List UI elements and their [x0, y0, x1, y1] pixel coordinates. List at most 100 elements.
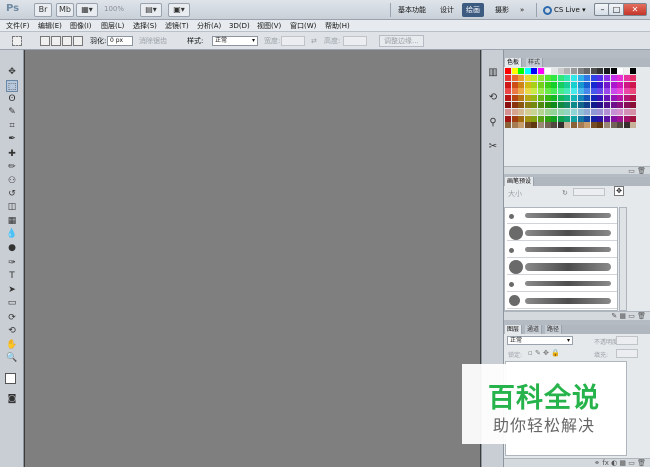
- color-swatch[interactable]: [518, 88, 525, 95]
- color-swatch[interactable]: [518, 122, 525, 129]
- color-swatch[interactable]: [531, 81, 538, 88]
- color-swatch[interactable]: [590, 68, 597, 74]
- color-swatch[interactable]: [584, 108, 591, 115]
- color-swatch[interactable]: [577, 68, 584, 74]
- color-swatch[interactable]: [623, 102, 630, 108]
- color-swatch[interactable]: [564, 81, 571, 88]
- color-swatch[interactable]: [505, 81, 511, 88]
- color-swatch[interactable]: [590, 95, 597, 102]
- color-swatch[interactable]: [597, 115, 604, 122]
- workspace-design[interactable]: 设计: [436, 3, 458, 17]
- color-swatch[interactable]: [551, 88, 558, 95]
- tool-presets-icon[interactable]: ✂: [486, 140, 500, 154]
- color-swatch[interactable]: [524, 74, 531, 81]
- color-swatch[interactable]: [617, 115, 624, 122]
- type-tool[interactable]: T: [6, 270, 18, 282]
- color-swatch[interactable]: [617, 102, 624, 108]
- 3d-orbit-tool[interactable]: ⟲: [6, 325, 18, 337]
- color-swatch[interactable]: [571, 122, 577, 129]
- color-swatch[interactable]: [564, 74, 571, 81]
- color-swatch[interactable]: [584, 74, 591, 81]
- add-selection-icon[interactable]: [51, 36, 61, 46]
- color-swatch[interactable]: [630, 115, 637, 122]
- color-swatch[interactable]: [518, 74, 525, 81]
- color-swatch[interactable]: [544, 88, 551, 95]
- workspace-photography[interactable]: 摄影: [491, 3, 513, 17]
- color-swatch[interactable]: [557, 108, 564, 115]
- screen-mode-button[interactable]: ▣▾: [168, 3, 190, 17]
- color-swatch[interactable]: [524, 108, 531, 115]
- color-swatch[interactable]: [511, 68, 518, 74]
- color-swatch[interactable]: [604, 74, 610, 81]
- color-swatch[interactable]: [538, 108, 544, 115]
- color-swatch[interactable]: [604, 95, 610, 102]
- color-swatch[interactable]: [610, 68, 617, 74]
- color-swatch[interactable]: [524, 95, 531, 102]
- color-swatch[interactable]: [590, 108, 597, 115]
- color-swatch[interactable]: [590, 102, 597, 108]
- panel-group-header[interactable]: [504, 50, 650, 58]
- color-swatch[interactable]: [538, 68, 544, 74]
- color-swatch[interactable]: [623, 122, 630, 129]
- color-swatch[interactable]: [505, 122, 511, 129]
- color-swatch[interactable]: [577, 102, 584, 108]
- color-swatch[interactable]: [577, 81, 584, 88]
- tab-swatches[interactable]: 色板: [505, 58, 523, 67]
- style-select[interactable]: 正常 ▾: [212, 36, 258, 46]
- color-swatch[interactable]: [604, 68, 610, 74]
- color-swatch[interactable]: [571, 115, 577, 122]
- list-item[interactable]: [507, 293, 617, 309]
- history-brush-tool[interactable]: ↺: [6, 188, 18, 200]
- tab-styles[interactable]: 样式: [526, 58, 544, 67]
- color-swatch[interactable]: [524, 115, 531, 122]
- color-swatch[interactable]: [617, 122, 624, 129]
- color-swatch[interactable]: [531, 122, 538, 129]
- color-swatch[interactable]: [577, 115, 584, 122]
- color-swatch[interactable]: [630, 88, 637, 95]
- color-swatch[interactable]: [511, 115, 518, 122]
- dodge-tool[interactable]: ●: [6, 242, 18, 254]
- color-swatch[interactable]: [590, 74, 597, 81]
- menu-analysis[interactable]: 分析(A): [197, 20, 221, 32]
- menu-help[interactable]: 帮助(H): [325, 20, 350, 32]
- color-swatch[interactable]: [505, 95, 511, 102]
- color-swatch[interactable]: [564, 115, 571, 122]
- color-swatch[interactable]: [610, 108, 617, 115]
- list-item[interactable]: [507, 259, 617, 275]
- color-swatch[interactable]: [617, 74, 624, 81]
- color-swatch[interactable]: [617, 95, 624, 102]
- color-swatch[interactable]: [584, 102, 591, 108]
- color-swatch[interactable]: [557, 95, 564, 102]
- color-swatch[interactable]: [524, 122, 531, 129]
- color-swatch[interactable]: [597, 102, 604, 108]
- color-swatch[interactable]: [531, 74, 538, 81]
- color-swatch[interactable]: [590, 88, 597, 95]
- 3d-rotate-tool[interactable]: ⟳: [6, 312, 18, 324]
- tab-paths[interactable]: 路径: [545, 325, 563, 334]
- color-swatch[interactable]: [511, 102, 518, 108]
- color-swatch[interactable]: [617, 68, 624, 74]
- list-item[interactable]: [507, 242, 617, 258]
- bridge-button[interactable]: Br: [34, 3, 52, 17]
- history-icon[interactable]: ⟲: [486, 91, 500, 105]
- color-swatch[interactable]: [551, 74, 558, 81]
- color-swatch[interactable]: [571, 74, 577, 81]
- color-swatch[interactable]: [610, 102, 617, 108]
- color-swatch[interactable]: [623, 74, 630, 81]
- close-button[interactable]: ✕: [623, 3, 647, 16]
- color-swatch[interactable]: [630, 74, 637, 81]
- more-workspaces-button[interactable]: »: [516, 3, 528, 17]
- color-swatch[interactable]: [524, 81, 531, 88]
- color-swatch[interactable]: [518, 68, 525, 74]
- lasso-tool[interactable]: ʘ: [6, 93, 18, 105]
- color-swatch[interactable]: [617, 88, 624, 95]
- histogram-icon[interactable]: ▥: [486, 66, 500, 80]
- color-swatch[interactable]: [505, 68, 511, 74]
- color-swatch[interactable]: [623, 81, 630, 88]
- color-swatch[interactable]: [597, 108, 604, 115]
- color-swatch[interactable]: [590, 115, 597, 122]
- menu-image[interactable]: 图像(I): [70, 20, 92, 32]
- list-item[interactable]: [507, 276, 617, 292]
- color-swatch[interactable]: [531, 115, 538, 122]
- color-swatch[interactable]: [557, 68, 564, 74]
